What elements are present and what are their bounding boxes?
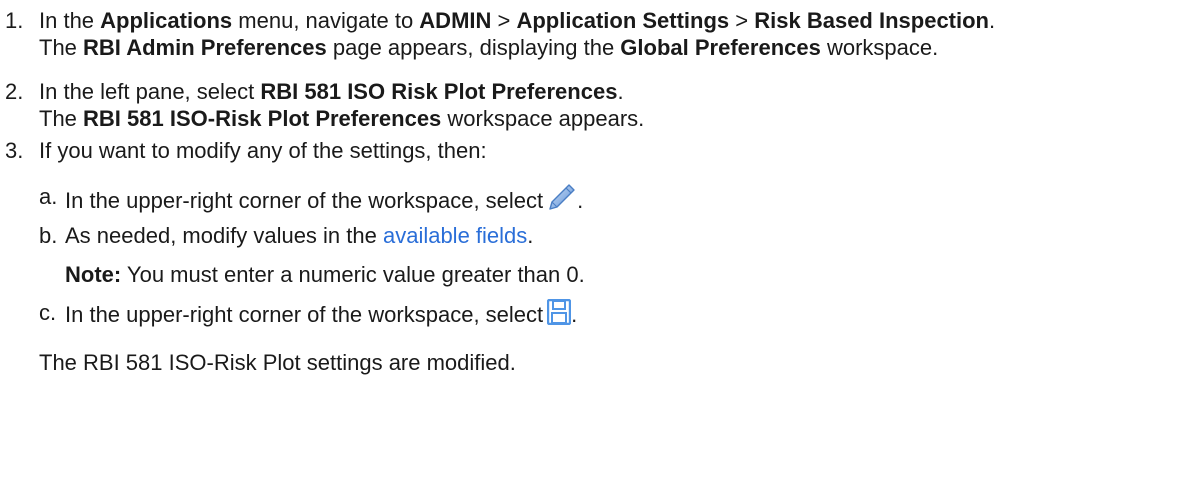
step-result: The RBI 581 ISO-Risk Plot Preferences wo…: [39, 106, 645, 131]
rbi-admin-preferences-ref: RBI Admin Preferences: [83, 35, 327, 60]
procedure-result: The RBI 581 ISO-Risk Plot settings are m…: [39, 350, 516, 375]
substep-letter: a.: [39, 184, 58, 209]
step-2: 2. In the left pane, select RBI 581 ISO …: [5, 78, 1189, 132]
step-result: The RBI Admin Preferences page appears, …: [39, 35, 939, 60]
substep-letter: b.: [39, 223, 58, 248]
note-label: Note:: [65, 262, 122, 287]
application-settings-ref: Application Settings: [516, 8, 730, 33]
step-3: 3. If you want to modify any of the sett…: [5, 137, 1189, 331]
iso-risk-plot-workspace-ref: RBI 581 ISO-Risk Plot Preferences: [83, 106, 442, 131]
save-icon: [546, 298, 572, 331]
step-instruction: If you want to modify any of the setting…: [39, 138, 487, 163]
risk-based-inspection-ref: Risk Based Inspection: [754, 8, 989, 33]
substep-b: b. As needed, modify values in the avail…: [39, 223, 534, 248]
applications-menu-ref: Applications: [100, 8, 233, 33]
step-number: 2.: [5, 79, 24, 104]
global-preferences-ref: Global Preferences: [620, 35, 821, 60]
substep-a: a. In the upper-right corner of the work…: [39, 183, 1189, 217]
step-number: 1.: [5, 8, 24, 33]
available-fields-link[interactable]: available fields: [383, 223, 527, 248]
procedure: 1. In the Applications menu, navigate to…: [0, 7, 1189, 376]
pencil-icon: [547, 183, 577, 217]
step-instruction: In the Applications menu, navigate to AD…: [39, 8, 996, 33]
substep-c: c. In the upper-right corner of the work…: [39, 298, 1189, 331]
step-number: 3.: [5, 138, 24, 163]
substep-letter: c.: [39, 300, 57, 325]
step-instruction: In the left pane, select RBI 581 ISO Ris…: [39, 79, 624, 104]
note: Note: You must enter a numeric value gre…: [39, 261, 1189, 288]
step-1: 1. In the Applications menu, navigate to…: [5, 7, 1189, 61]
admin-ref: ADMIN: [419, 8, 492, 33]
note-text: You must enter a numeric value greater t…: [121, 262, 585, 287]
iso-risk-plot-pref-ref: RBI 581 ISO Risk Plot Preferences: [260, 79, 618, 104]
